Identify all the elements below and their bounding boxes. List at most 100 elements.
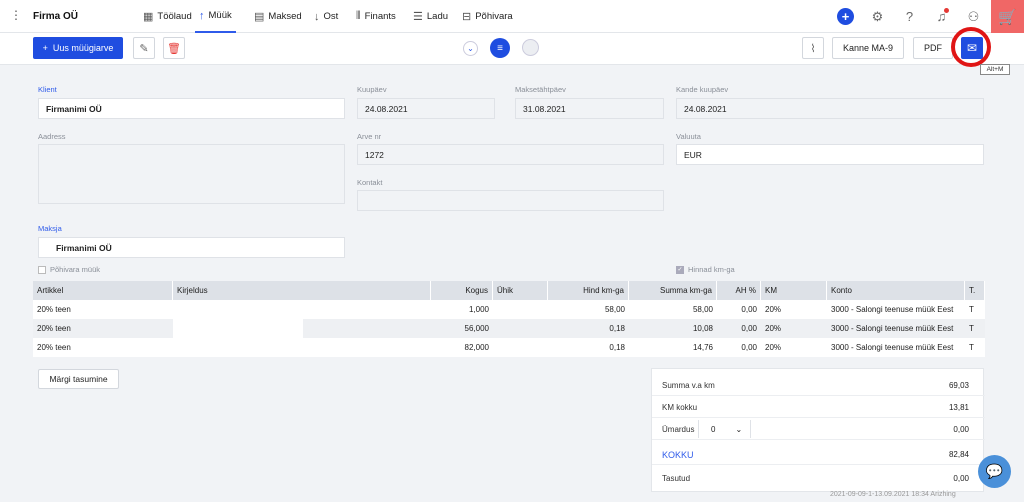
col-t[interactable]: T. <box>965 281 985 300</box>
add-icon[interactable]: + <box>837 8 854 25</box>
cell-hind[interactable]: 0,18 <box>548 338 629 357</box>
nav-item-toolaud[interactable]: ▦ Töölaud <box>143 0 192 33</box>
cell-t[interactable]: T <box>965 300 985 319</box>
table-row[interactable]: 20% teen 1,000 58,00 58,00 0,00 20% 3000… <box>33 300 985 319</box>
entry-button[interactable]: Kanne MA-9 <box>832 37 904 59</box>
cart-icon[interactable]: 🛒 <box>991 0 1024 33</box>
vat-label: KM kokku <box>662 403 698 412</box>
fixed-asset-sale-checkbox[interactable]: Põhivara müük <box>38 265 100 274</box>
cell-summa[interactable]: 58,00 <box>629 300 717 319</box>
cell-ah[interactable]: 0,00 <box>717 338 761 357</box>
col-konto[interactable]: Konto <box>827 281 965 300</box>
cell-artikkel[interactable]: 20% teen <box>33 300 173 319</box>
bell-icon[interactable]: ♫ <box>933 8 950 25</box>
total-label: KOKKU <box>662 450 694 460</box>
col-kirjeldus[interactable]: Kirjeldus <box>173 281 431 300</box>
entry-date-field[interactable]: 24.08.2021 <box>676 98 984 119</box>
col-artikkel[interactable]: Artikkel <box>33 281 173 300</box>
cell-summa[interactable]: 14,76 <box>629 338 717 357</box>
kebab-menu-icon[interactable]: ⋮ <box>10 9 22 21</box>
cell-konto[interactable]: 3000 - Salongi teenuse müük Eest <box>827 338 965 357</box>
cell-ah[interactable]: 0,00 <box>717 300 761 319</box>
cell-km[interactable]: 20% <box>761 338 827 357</box>
cell-km[interactable]: 20% <box>761 319 827 338</box>
contact-field[interactable] <box>357 190 664 211</box>
new-sale-label: Uus müügiarve <box>52 43 114 53</box>
nav-label: Ost <box>323 11 339 22</box>
top-navigation: ⋮ Firma OÜ ▦ Töölaud ↑ Müük ▤ Maksed ↓ O… <box>0 0 1024 33</box>
nav-item-finants[interactable]: ⫴ Finants <box>356 0 396 33</box>
col-kogus[interactable]: Kogus <box>431 281 493 300</box>
briefcase-icon: ⊟ <box>462 11 472 23</box>
client-field[interactable]: Firmanimi OÜ <box>38 98 345 119</box>
table-row[interactable]: 20% teen 82,000 0,18 14,76 0,00 20% 3000… <box>33 338 985 357</box>
gear-icon[interactable]: ⚙ <box>869 8 886 25</box>
prices-with-vat-checkbox[interactable]: ✓ Hinnad km-ga <box>676 265 735 274</box>
plus-icon: + <box>42 43 48 53</box>
nav-item-muuk[interactable]: ↑ Müük <box>195 0 236 33</box>
edit-button[interactable]: ✎ <box>133 37 155 59</box>
date-field[interactable]: 24.08.2021 <box>357 98 495 119</box>
payer-field[interactable]: Firmanimi OÜ <box>38 237 345 258</box>
nav-label: Müük <box>208 10 232 21</box>
invoice-toolbar: + Uus müügiarve ✎ 🗑 ⌄ ≡ ⌇ Kanne MA-9 PDF… <box>0 33 1024 65</box>
cell-kogus[interactable]: 82,000 <box>431 338 493 357</box>
pdf-button[interactable]: PDF <box>913 37 953 59</box>
cell-kirjeldus[interactable] <box>173 300 431 319</box>
cell-uhik[interactable] <box>493 319 548 338</box>
cell-hind[interactable]: 0,18 <box>548 319 629 338</box>
cell-kirjeldus[interactable] <box>173 319 303 338</box>
help-icon[interactable]: ? <box>901 8 918 25</box>
nav-item-ost[interactable]: ↓ Ost <box>314 0 338 33</box>
delete-button[interactable]: 🗑 <box>163 37 185 59</box>
table-row[interactable]: 20% teen 56,000 0,18 10,08 0,00 20% 3000… <box>33 319 985 338</box>
cell-ah[interactable]: 0,00 <box>717 319 761 338</box>
shortcut-tooltip: Alt+M <box>980 64 1010 75</box>
cell-kogus[interactable]: 1,000 <box>431 300 493 319</box>
col-hind[interactable]: Hind km-ga <box>548 281 629 300</box>
currency-field[interactable]: EUR <box>676 144 984 165</box>
col-uhik[interactable]: Ühik <box>493 281 548 300</box>
cell-t[interactable]: T <box>965 319 985 338</box>
rounding-select[interactable]: 0 ⌄ <box>698 420 751 438</box>
attachment-button[interactable]: ⌇ <box>802 37 824 59</box>
cell-hind[interactable]: 58,00 <box>548 300 629 319</box>
nav-item-pohivara[interactable]: ⊟ Põhivara <box>462 0 513 33</box>
checkbox-icon <box>38 265 46 274</box>
cell-artikkel[interactable]: 20% teen <box>33 319 173 338</box>
chart-icon: ⫴ <box>356 10 361 22</box>
new-sale-invoice-button[interactable]: + Uus müügiarve <box>33 37 123 59</box>
col-ah[interactable]: AH % <box>717 281 761 300</box>
grid-icon: ▦ <box>143 11 154 23</box>
summary-row-vat: KM kokku 13,81 <box>652 396 985 418</box>
cell-konto[interactable]: 3000 - Salongi teenuse müük Eest <box>827 300 965 319</box>
chat-icon[interactable]: 💬 <box>978 455 1011 488</box>
cell-uhik[interactable] <box>493 338 548 357</box>
cell-uhik[interactable] <box>493 300 548 319</box>
nav-item-ladu[interactable]: ☰ Ladu <box>413 0 448 33</box>
user-icon[interactable]: ⚇ <box>965 8 982 25</box>
cell-kogus[interactable]: 56,000 <box>431 319 493 338</box>
nav-label: Ladu <box>426 11 449 22</box>
payer-label: Maksja <box>38 224 62 233</box>
payments-icon: ▤ <box>254 11 265 23</box>
nav-item-maksed[interactable]: ▤ Maksed <box>254 0 302 33</box>
checkbox-checked-icon: ✓ <box>676 265 684 274</box>
address-field[interactable] <box>38 144 345 204</box>
mark-payment-button[interactable]: Märgi tasumine <box>38 369 119 389</box>
cell-summa[interactable]: 10,08 <box>629 319 717 338</box>
cell-km[interactable]: 20% <box>761 300 827 319</box>
status-circle-icon[interactable] <box>522 39 539 56</box>
cell-konto[interactable]: 3000 - Salongi teenuse müük Eest <box>827 319 965 338</box>
col-summa[interactable]: Summa km-ga <box>629 281 717 300</box>
company-name[interactable]: Firma OÜ <box>33 11 78 22</box>
cell-artikkel[interactable]: 20% teen <box>33 338 173 357</box>
cell-t[interactable]: T <box>965 338 985 357</box>
chevron-down-icon[interactable]: ⌄ <box>463 41 478 56</box>
cell-kirjeldus[interactable] <box>173 338 431 357</box>
invoice-number-field[interactable]: 1272 <box>357 144 664 165</box>
currency-label: Valuuta <box>676 132 701 141</box>
col-km[interactable]: KM <box>761 281 827 300</box>
list-view-icon[interactable]: ≡ <box>490 38 510 58</box>
due-date-field[interactable]: 31.08.2021 <box>515 98 664 119</box>
